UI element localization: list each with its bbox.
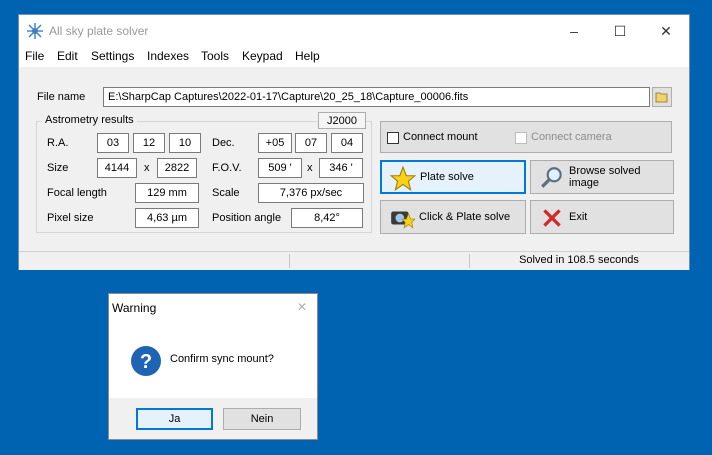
astrometry-group-title: Astrometry results	[42, 114, 137, 126]
window-title: All sky plate solver	[49, 24, 149, 38]
menu-edit[interactable]: Edit	[57, 49, 78, 63]
plate-solve-label: Plate solve	[420, 171, 474, 183]
exit-x-icon	[543, 209, 561, 227]
fov-height: 346 '	[319, 158, 363, 178]
pixel-size-label: Pixel size	[47, 212, 94, 224]
warning-dialog: Warning ✕ ? Confirm sync mount? Ja Nein	[108, 293, 318, 440]
status-bar: Solved in 108.5 seconds	[19, 251, 689, 270]
status-solved-time: Solved in 108.5 seconds	[469, 254, 688, 268]
dec-label: Dec.	[212, 137, 235, 149]
menu-keypad[interactable]: Keypad	[242, 49, 283, 63]
exit-label: Exit	[569, 211, 588, 223]
browse-solved-image-button[interactable]: Browse solved image	[530, 160, 674, 194]
menu-file[interactable]: File	[25, 49, 44, 63]
title-bar[interactable]: All sky plate solver – ☐ ✕	[19, 15, 689, 47]
status-part-2	[289, 254, 470, 268]
file-name-input[interactable]: E:\SharpCap Captures\2022-01-17\Capture\…	[103, 87, 650, 107]
position-angle-value: 8,42°	[291, 208, 363, 228]
connect-panel: Connect mount Connect camera	[380, 121, 672, 153]
dec-degrees: +05	[258, 133, 292, 153]
dec-seconds: 04	[331, 133, 363, 153]
menu-tools[interactable]: Tools	[201, 49, 229, 63]
focal-length-value: 129 mm	[135, 183, 199, 203]
position-angle-label: Position angle	[212, 212, 282, 224]
menu-indexes[interactable]: Indexes	[147, 49, 189, 63]
click-plate-solve-label: Click & Plate solve	[419, 211, 511, 223]
menu-help[interactable]: Help	[295, 49, 320, 63]
dialog-close-icon[interactable]: ✕	[297, 300, 307, 314]
dialog-body: ? Confirm sync mount?	[109, 324, 317, 398]
ra-label: R.A.	[47, 137, 69, 149]
connect-mount-checkbox[interactable]	[387, 132, 399, 144]
dialog-title-bar[interactable]: Warning ✕	[109, 294, 317, 324]
ra-minutes: 12	[133, 133, 165, 153]
fov-width: 509 '	[258, 158, 302, 178]
pixel-size-value: 4,63 µm	[135, 208, 199, 228]
menu-settings[interactable]: Settings	[91, 49, 134, 63]
connect-camera-checkbox	[515, 132, 527, 144]
camera-star-icon	[391, 211, 415, 229]
minimize-button[interactable]: –	[551, 15, 597, 47]
main-window: All sky plate solver – ☐ ✕ File Edit Set…	[18, 14, 690, 270]
size-separator: x	[144, 162, 150, 174]
scale-label: Scale	[212, 187, 240, 199]
file-name-label: File name	[37, 91, 86, 103]
connect-camera-label: Connect camera	[531, 131, 612, 143]
scale-value: 7,376 px/sec	[258, 183, 364, 203]
exit-button[interactable]: Exit	[530, 200, 674, 234]
browse-solved-image-label: Browse solved image	[569, 165, 641, 189]
folder-icon	[655, 92, 668, 103]
fov-label: F.O.V.	[212, 162, 242, 174]
connect-mount-label: Connect mount	[403, 131, 478, 143]
dialog-title: Warning	[112, 301, 157, 315]
dec-minutes: 07	[295, 133, 327, 153]
magnifier-icon	[541, 167, 562, 188]
focal-length-label: Focal length	[47, 187, 107, 199]
app-star-icon	[27, 23, 43, 39]
plate-solve-button[interactable]: Plate solve	[380, 160, 526, 194]
size-label: Size	[47, 162, 69, 174]
size-height: 2822	[157, 158, 197, 178]
question-icon: ?	[131, 346, 161, 376]
browse-file-button[interactable]	[652, 87, 672, 107]
ra-hours: 03	[97, 133, 129, 153]
star-icon	[390, 166, 416, 192]
fov-separator: x	[307, 162, 313, 174]
no-button[interactable]: Nein	[223, 408, 301, 430]
svg-text:?: ?	[140, 351, 152, 373]
click-plate-solve-button[interactable]: Click & Plate solve	[380, 200, 526, 234]
yes-button[interactable]: Ja	[136, 408, 213, 430]
menu-bar: File Edit Settings Indexes Tools Keypad …	[19, 47, 689, 67]
dialog-message: Confirm sync mount?	[170, 353, 274, 365]
maximize-button[interactable]: ☐	[597, 15, 643, 47]
size-width: 4144	[97, 158, 137, 178]
close-button[interactable]: ✕	[643, 15, 689, 47]
ra-seconds: 10	[169, 133, 201, 153]
epoch-button[interactable]: J2000	[318, 112, 366, 129]
